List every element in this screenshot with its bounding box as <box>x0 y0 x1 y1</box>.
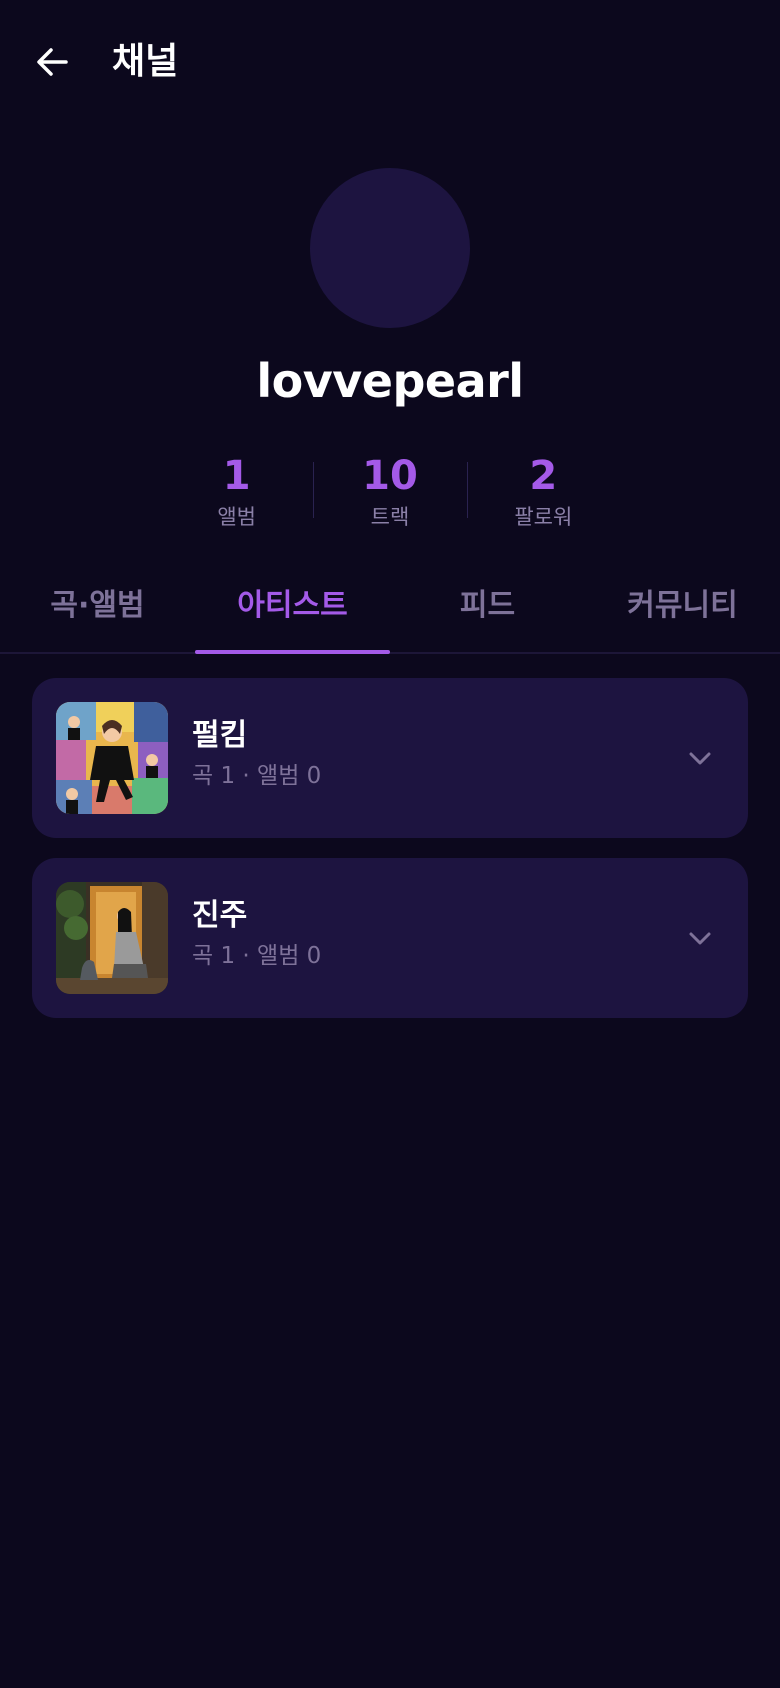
tab-feed[interactable]: 피드 <box>390 578 585 652</box>
doorway-photo-image <box>56 882 168 994</box>
artist-meta: 곡 1 · 앨범 0 <box>192 763 322 789</box>
tab-community[interactable]: 커뮤니티 <box>585 578 780 652</box>
stat-label: 앨범 <box>217 505 256 529</box>
artist-name: 펄킴 <box>192 718 248 753</box>
collage-illustration-image <box>56 702 168 814</box>
stat-value: 1 <box>222 453 251 499</box>
stat-value: 2 <box>529 453 558 499</box>
stat-value: 10 <box>362 453 418 499</box>
artist-card[interactable]: 진주 곡 1 · 앨범 0 <box>32 858 748 1018</box>
stat-label: 팔로워 <box>514 505 573 529</box>
stat-label: 트랙 <box>370 505 410 529</box>
header: 채널 <box>0 0 780 130</box>
stat-albums: 1 앨범 <box>160 452 313 532</box>
expand-button[interactable] <box>680 738 720 778</box>
channel-name: lovvepearl <box>256 354 524 408</box>
artist-thumbnail <box>56 702 168 814</box>
stat-tracks: 10 트랙 <box>313 452 466 532</box>
chevron-down-icon <box>689 932 711 945</box>
page-title: 채널 <box>112 41 179 82</box>
artist-card[interactable]: 펄킴 곡 1 · 앨범 0 <box>32 678 748 838</box>
artist-thumbnail <box>56 882 168 994</box>
channel-tabs: 곡·앨범 아티스트 피드 커뮤니티 <box>0 578 780 654</box>
tab-songs-albums[interactable]: 곡·앨범 <box>0 578 195 652</box>
channel-screen: 채널 lovvepearl 1 앨범 10 트랙 2 팔로워 곡·앨범 아티스트… <box>0 0 780 1688</box>
artist-name: 진주 <box>192 898 248 933</box>
artist-meta: 곡 1 · 앨범 0 <box>192 943 322 969</box>
expand-button[interactable] <box>680 918 720 958</box>
channel-avatar <box>310 168 470 328</box>
arrow-left-icon <box>37 48 68 76</box>
channel-stats: 1 앨범 10 트랙 2 팔로워 <box>160 452 620 532</box>
chevron-down-icon <box>689 752 711 765</box>
stat-followers: 2 팔로워 <box>466 452 620 532</box>
back-button[interactable] <box>30 40 74 84</box>
tab-artists[interactable]: 아티스트 <box>195 578 390 654</box>
